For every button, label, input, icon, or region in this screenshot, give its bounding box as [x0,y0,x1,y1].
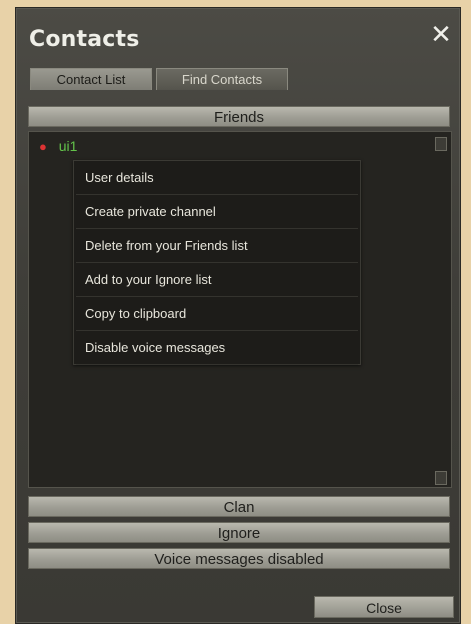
status-dot-icon: ● [39,139,47,154]
menu-item-disable-voice[interactable]: Disable voice messages [76,332,358,365]
context-menu: User details Create private channel Dele… [73,160,361,365]
menu-item-delete-friend[interactable]: Delete from your Friends list [76,230,358,263]
tab-contact-list[interactable]: Contact List [30,68,152,90]
menu-item-copy-clipboard[interactable]: Copy to clipboard [76,298,358,331]
contact-item[interactable]: ● ui1 [39,138,77,154]
scroll-down-icon[interactable] [435,471,447,485]
clan-group-bar[interactable]: Clan [28,496,450,517]
contact-name: ui1 [58,138,78,154]
scroll-up-icon[interactable] [435,137,447,151]
close-button[interactable]: Close [314,596,454,618]
ignore-group-bar[interactable]: Ignore [28,522,450,543]
friends-group-bar[interactable]: Friends [28,106,450,127]
window-title: Contacts [29,27,140,52]
contacts-window: Contacts ✕ Contact List Find Contacts Fr… [15,7,461,624]
tab-find-contacts[interactable]: Find Contacts [156,68,288,90]
menu-item-create-private-channel[interactable]: Create private channel [76,196,358,229]
voice-disabled-group-bar[interactable]: Voice messages disabled [28,548,450,569]
scrollbar[interactable] [435,137,447,485]
close-icon[interactable]: ✕ [427,21,455,49]
menu-item-user-details[interactable]: User details [76,162,358,195]
menu-item-add-ignore[interactable]: Add to your Ignore list [76,264,358,297]
